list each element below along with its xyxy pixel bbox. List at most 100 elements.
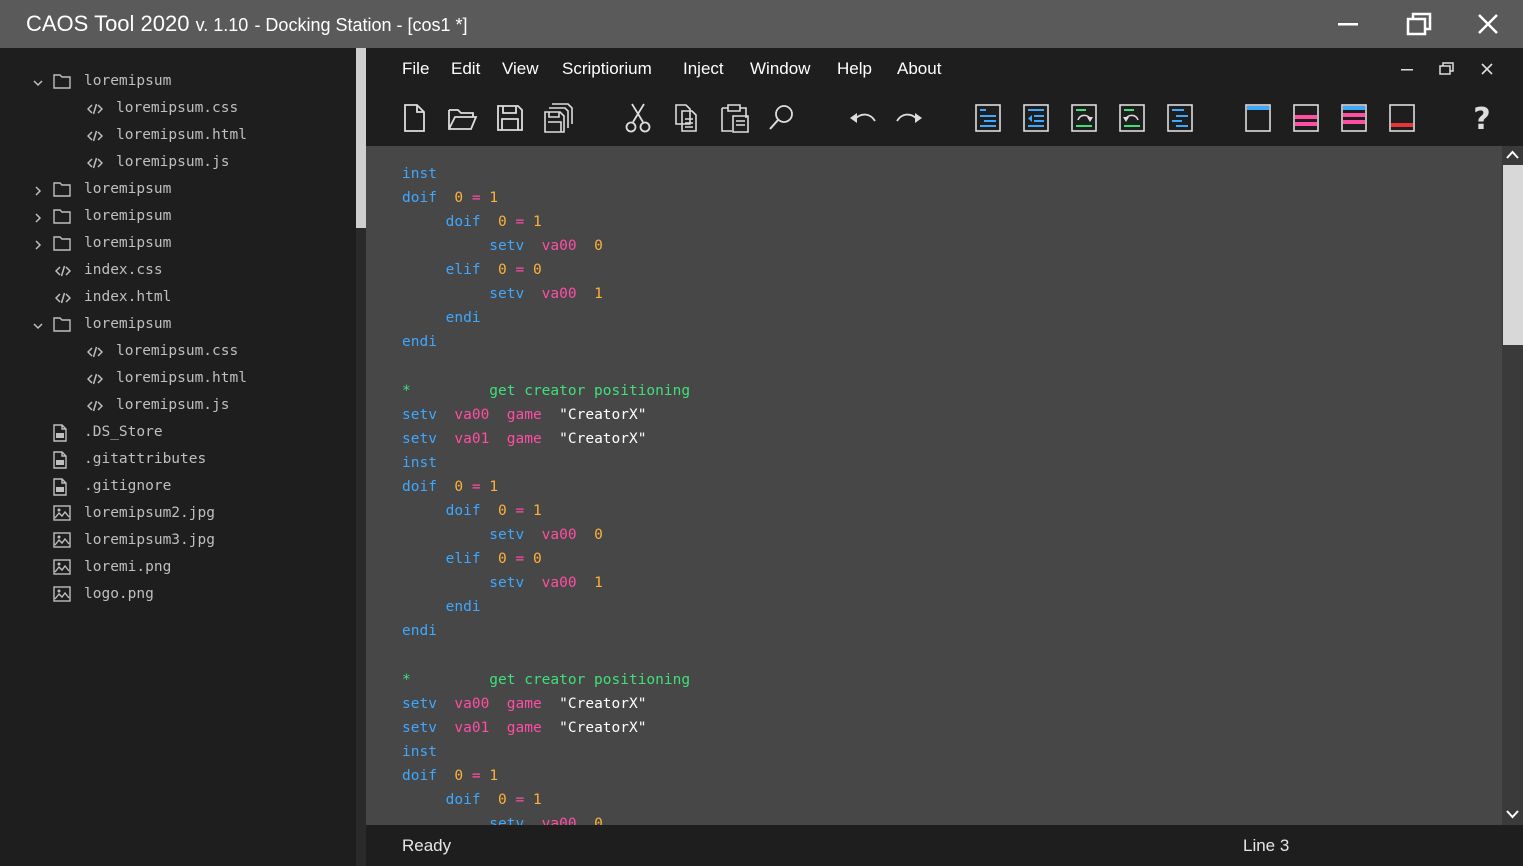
- chevron-right-icon[interactable]: [33, 211, 43, 223]
- sidebar-item[interactable]: loremipsum2.jpg: [0, 501, 350, 528]
- save-all-button[interactable]: [538, 98, 578, 138]
- sidebar-item[interactable]: loremipsum: [0, 177, 350, 204]
- code-line[interactable]: endi: [402, 310, 481, 334]
- open-button[interactable]: [442, 98, 482, 138]
- code-line[interactable]: endi: [402, 599, 481, 623]
- paste-button[interactable]: [714, 98, 754, 138]
- code-line[interactable]: doif 0 = 1: [402, 479, 498, 503]
- code-line[interactable]: doif 0 = 1: [402, 768, 498, 792]
- sidebar-item[interactable]: loremi.png: [0, 555, 350, 582]
- code-token: =: [506, 214, 533, 230]
- code-line[interactable]: setv va01 game "CreatorX": [402, 431, 646, 455]
- code-editor[interactable]: inst doif 0 = 1 doif 0 = 1 setv va00 0 el…: [366, 146, 1502, 825]
- restore-button[interactable]: [1388, 0, 1448, 48]
- code-line[interactable]: setv va00 1: [402, 575, 603, 599]
- code-line[interactable]: setv va00 1: [402, 286, 603, 310]
- format-button-5[interactable]: [1160, 98, 1200, 138]
- sidebar-item[interactable]: loremipsum: [0, 204, 350, 231]
- format-button-2[interactable]: [1016, 98, 1056, 138]
- code-token: 0: [436, 190, 464, 206]
- help-button[interactable]: ?: [1462, 98, 1502, 138]
- code-line[interactable]: setv va00 game "CreatorX": [402, 407, 646, 431]
- code-line[interactable]: doif 0 = 1: [402, 214, 542, 238]
- chevron-right-icon[interactable]: [33, 184, 43, 196]
- code-line[interactable]: setv va00 0: [402, 238, 603, 262]
- menu-edit[interactable]: Edit: [451, 59, 480, 79]
- scroll-up-icon[interactable]: [1505, 149, 1520, 161]
- chevron-right-icon[interactable]: [33, 238, 43, 250]
- child-restore-button[interactable]: [1436, 60, 1458, 78]
- find-button[interactable]: [762, 98, 802, 138]
- code-line[interactable]: * get creator positioning: [402, 383, 690, 407]
- code-line[interactable]: doif 0 = 1: [402, 792, 542, 816]
- child-minimize-button[interactable]: [1396, 60, 1418, 78]
- sidebar-item[interactable]: index.html: [0, 285, 350, 312]
- code-line[interactable]: setv va00 0: [402, 527, 603, 551]
- cut-button[interactable]: [618, 98, 658, 138]
- sidebar-item-label: logo.png: [84, 586, 154, 602]
- code-line[interactable]: endi: [402, 334, 437, 358]
- redo-button[interactable]: [890, 98, 930, 138]
- sidebar-item[interactable]: loremipsum.html: [0, 123, 350, 150]
- sidebar-scrollbar[interactable]: [356, 48, 366, 866]
- sidebar-item[interactable]: loremipsum.css: [0, 96, 350, 123]
- menu-scriptiorium[interactable]: Scriptiorium: [562, 59, 652, 79]
- code-line[interactable]: setv va01 game "CreatorX": [402, 720, 646, 744]
- menu-help[interactable]: Help: [837, 59, 872, 79]
- close-button[interactable]: [1458, 0, 1518, 48]
- panel-button-1[interactable]: [1238, 98, 1278, 138]
- code-token: =: [506, 551, 533, 567]
- code-line[interactable]: setv va00 game "CreatorX": [402, 696, 646, 720]
- sidebar-item[interactable]: .gitattributes: [0, 447, 350, 474]
- undo-button[interactable]: [842, 98, 882, 138]
- chevron-down-icon[interactable]: [33, 319, 43, 330]
- format-button-4[interactable]: [1112, 98, 1152, 138]
- panel-button-3[interactable]: [1334, 98, 1374, 138]
- code-token: 1: [532, 792, 542, 808]
- editor-scrollbar[interactable]: [1502, 146, 1523, 825]
- sidebar-item[interactable]: loremipsum.js: [0, 150, 350, 177]
- menu-window[interactable]: Window: [750, 59, 810, 79]
- minimize-button[interactable]: [1318, 0, 1378, 48]
- code-line[interactable]: endi: [402, 623, 437, 647]
- code-line[interactable]: setv va00 0: [402, 816, 603, 825]
- code-line[interactable]: * get creator positioning: [402, 672, 690, 696]
- panel-button-2[interactable]: [1286, 98, 1326, 138]
- code-file-icon: [86, 372, 104, 390]
- code-line[interactable]: inst: [402, 455, 437, 479]
- sidebar-item[interactable]: logo.png: [0, 582, 350, 609]
- code-line[interactable]: elif 0 = 0: [402, 551, 542, 575]
- restore-icon: [1406, 12, 1432, 36]
- editor-scroll-thumb[interactable]: [1503, 165, 1523, 345]
- save-button[interactable]: [490, 98, 530, 138]
- menu-file[interactable]: File: [402, 59, 429, 79]
- sidebar-item[interactable]: loremipsum.html: [0, 366, 350, 393]
- code-token: va00: [524, 816, 577, 825]
- new-file-button[interactable]: [394, 98, 434, 138]
- sidebar-item[interactable]: loremipsum.css: [0, 339, 350, 366]
- sidebar-item[interactable]: .DS_Store: [0, 420, 350, 447]
- sidebar-item[interactable]: index.css: [0, 258, 350, 285]
- format-button-3[interactable]: [1064, 98, 1104, 138]
- code-line[interactable]: doif 0 = 1: [402, 503, 542, 527]
- sidebar-item[interactable]: loremipsum3.jpg: [0, 528, 350, 555]
- menu-view[interactable]: View: [502, 59, 539, 79]
- code-line[interactable]: inst: [402, 744, 437, 768]
- sidebar-item[interactable]: loremipsum: [0, 312, 350, 339]
- sidebar-item[interactable]: loremipsum.js: [0, 393, 350, 420]
- code-line[interactable]: doif 0 = 1: [402, 190, 498, 214]
- sidebar-item[interactable]: loremipsum: [0, 69, 350, 96]
- format-button-1[interactable]: [968, 98, 1008, 138]
- code-line[interactable]: elif 0 = 0: [402, 262, 542, 286]
- child-close-button[interactable]: [1476, 60, 1498, 78]
- sidebar-item[interactable]: .gitignore: [0, 474, 350, 501]
- menu-about[interactable]: About: [897, 59, 941, 79]
- code-line[interactable]: inst: [402, 166, 437, 190]
- sidebar-item[interactable]: loremipsum: [0, 231, 350, 258]
- chevron-down-icon[interactable]: [33, 76, 43, 87]
- panel-button-4[interactable]: [1382, 98, 1422, 138]
- scroll-down-icon[interactable]: [1505, 808, 1520, 820]
- sidebar-scroll-thumb[interactable]: [356, 48, 366, 228]
- copy-button[interactable]: [666, 98, 706, 138]
- menu-inject[interactable]: Inject: [683, 59, 724, 79]
